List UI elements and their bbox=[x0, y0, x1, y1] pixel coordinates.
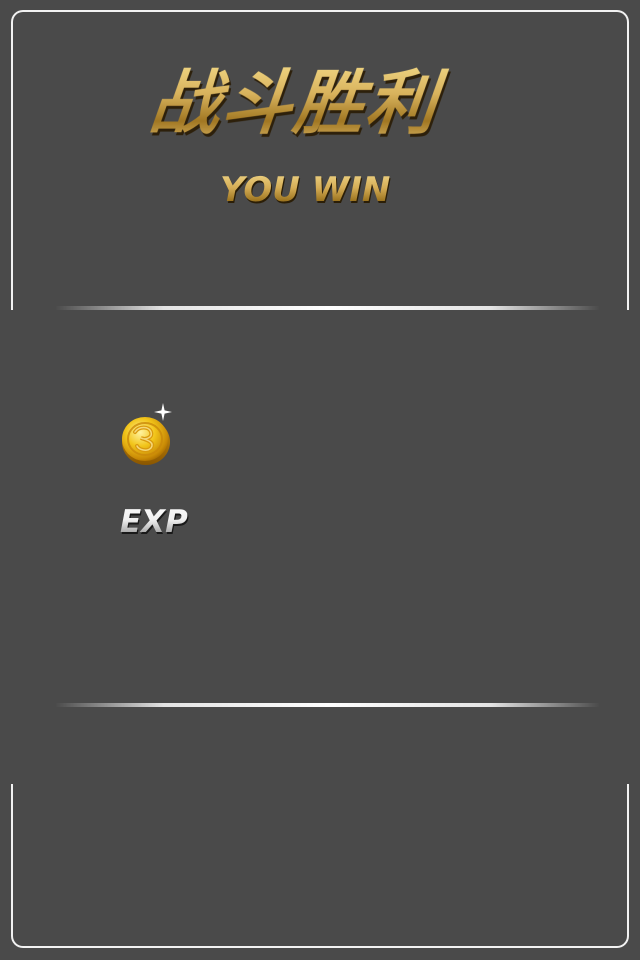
exp-label: EXP bbox=[120, 500, 188, 544]
victory-title: 战斗胜利 bbox=[145, 58, 474, 148]
gold-coin-icon bbox=[122, 403, 172, 465]
victory-screen: 战斗胜利 YOU WIN EXP bbox=[0, 0, 640, 960]
divider-bottom bbox=[55, 703, 600, 707]
divider-top bbox=[55, 306, 600, 310]
panel-frame-top bbox=[11, 10, 629, 310]
victory-subtitle: YOU WIN bbox=[220, 170, 391, 210]
panel-frame-bottom bbox=[11, 784, 629, 948]
